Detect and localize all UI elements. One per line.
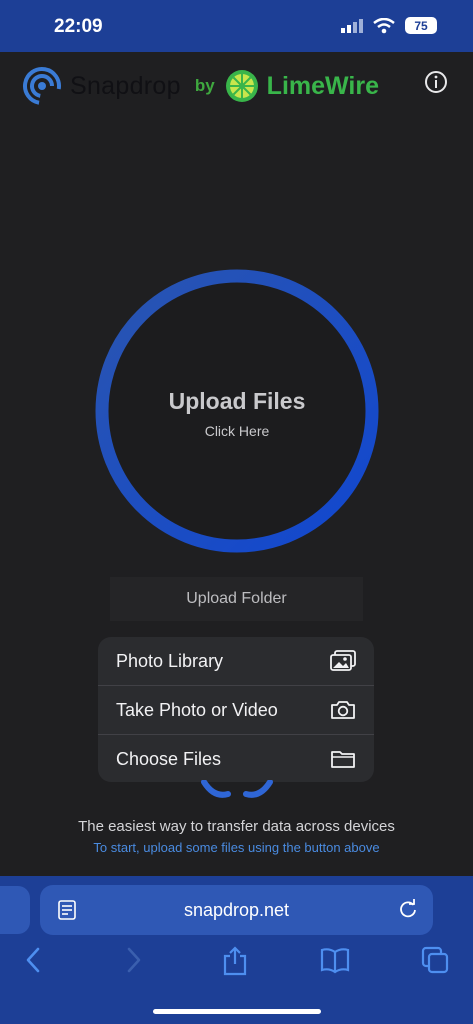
url-text: snapdrop.net — [183, 900, 290, 920]
battery-indicator: 75 — [405, 17, 437, 34]
camera-icon — [331, 701, 355, 719]
wifi-icon — [373, 17, 395, 33]
menu-item-photo-library[interactable]: Photo Library — [98, 637, 374, 686]
bookmarks-icon[interactable] — [320, 946, 350, 974]
status-icons: 75 — [341, 17, 437, 34]
info-icon — [425, 71, 447, 93]
header: Snapdrop by LimeWire — [0, 60, 473, 114]
upload-title[interactable]: Upload Files — [95, 388, 379, 415]
menu-item-label: Photo Library — [116, 650, 224, 671]
tabs-icon[interactable] — [421, 946, 449, 974]
partner-name: LimeWire — [266, 71, 379, 100]
hint-text: To start, upload some files using the bu… — [93, 840, 380, 855]
limewire-logo-icon — [225, 70, 258, 102]
previous-tab-peek[interactable] — [0, 886, 30, 934]
forward-icon[interactable] — [125, 946, 143, 974]
menu-item-take-photo[interactable]: Take Photo or Video — [98, 686, 374, 735]
menu-item-label: Choose Files — [116, 748, 222, 769]
tagline: The easiest way to transfer data across … — [78, 818, 395, 835]
file-picker-menu: Photo Library Take Photo or Video Choose… — [98, 637, 374, 782]
brand[interactable]: Snapdrop by LimeWire — [22, 66, 379, 106]
reload-icon[interactable] — [398, 899, 418, 919]
snapdrop-logo-icon — [23, 67, 61, 105]
info-button[interactable] — [424, 70, 448, 99]
folder-icon — [331, 751, 355, 768]
browser-toolbar — [0, 946, 473, 982]
status-bar: 22:09 75 — [0, 0, 473, 52]
address-bar[interactable]: snapdrop.net — [40, 885, 433, 935]
menu-item-label: Take Photo or Video — [116, 699, 278, 720]
transfer-arrows-icon — [201, 780, 273, 798]
status-time: 22:09 — [54, 16, 103, 37]
home-indicator — [153, 1009, 321, 1014]
share-icon[interactable] — [221, 946, 249, 976]
upload-subtitle[interactable]: Click Here — [95, 423, 379, 439]
brand-name: Snapdrop — [70, 71, 181, 100]
photo-library-icon — [330, 650, 356, 671]
upload-folder-button[interactable]: Upload Folder — [110, 577, 363, 621]
cellular-signal-icon — [341, 18, 363, 33]
menu-item-choose-files[interactable]: Choose Files — [98, 735, 374, 782]
back-icon[interactable] — [24, 946, 42, 974]
brand-by: by — [194, 76, 215, 95]
browser-bottom-bar: snapdrop.net — [0, 876, 473, 1024]
